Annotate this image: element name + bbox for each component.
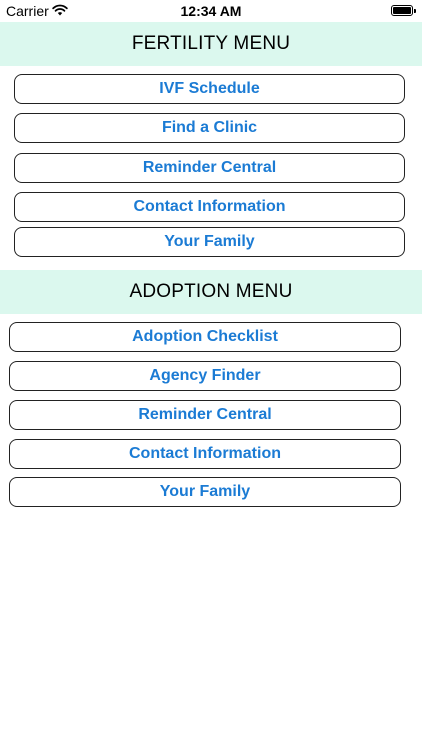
battery-nub: [414, 9, 416, 13]
fertility-menu-header: FERTILITY MENU: [0, 22, 422, 66]
fertility-reminder-central-button[interactable]: Reminder Central: [14, 153, 405, 183]
agency-finder-button[interactable]: Agency Finder: [9, 361, 401, 391]
status-bar: Carrier 12:34 AM: [0, 0, 422, 22]
fertility-your-family-button[interactable]: Your Family: [14, 227, 405, 257]
adoption-menu-header: ADOPTION MENU: [0, 270, 422, 314]
adoption-checklist-button[interactable]: Adoption Checklist: [9, 322, 401, 352]
adoption-your-family-button[interactable]: Your Family: [9, 477, 401, 507]
adoption-contact-information-button[interactable]: Contact Information: [9, 439, 401, 469]
fertility-contact-information-button[interactable]: Contact Information: [14, 192, 405, 222]
battery-fill: [393, 7, 411, 14]
ivf-schedule-button[interactable]: IVF Schedule: [14, 74, 405, 104]
clock: 12:34 AM: [180, 3, 242, 19]
adoption-reminder-central-button[interactable]: Reminder Central: [9, 400, 401, 430]
find-a-clinic-button[interactable]: Find a Clinic: [14, 113, 405, 143]
battery-icon: [391, 5, 416, 16]
